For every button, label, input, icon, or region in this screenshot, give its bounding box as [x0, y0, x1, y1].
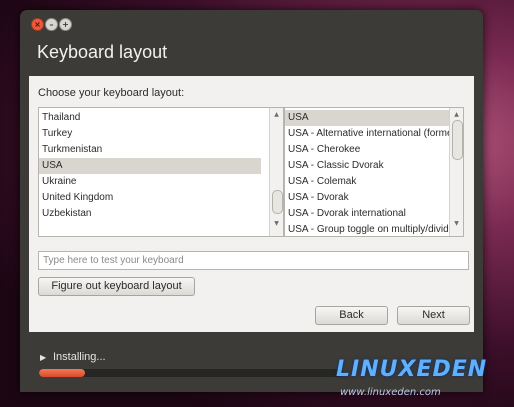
- layout-item[interactable]: Turkmenistan: [39, 142, 266, 158]
- scroll-up-arrow-icon[interactable]: ▲: [273, 111, 280, 118]
- variant-item-selected[interactable]: USA: [285, 110, 449, 126]
- figure-out-layout-button[interactable]: Figure out keyboard layout: [38, 277, 195, 296]
- variant-item[interactable]: USA - Classic Dvorak: [285, 158, 449, 174]
- installing-label: Installing...: [53, 351, 106, 363]
- variant-item[interactable]: USA - Colemak: [285, 174, 449, 190]
- layout-item[interactable]: Uzbekistan: [39, 206, 266, 222]
- scroll-thumb[interactable]: [452, 120, 463, 160]
- expand-arrow-icon[interactable]: ▶: [40, 353, 46, 362]
- variant-item[interactable]: USA - Cherokee: [285, 142, 449, 158]
- installer-window: × – + Keyboard layout Choose your keyboa…: [20, 10, 483, 392]
- back-button[interactable]: Back: [315, 306, 388, 325]
- variant-item[interactable]: USA - Group toggle on multiply/divide ke…: [285, 222, 449, 236]
- variant-item[interactable]: USA - Dvorak: [285, 190, 449, 206]
- watermark-url: www.linuxeden.com: [340, 387, 441, 398]
- layout-list[interactable]: Thailand Turkey Turkmenistan USA Ukraine…: [38, 107, 284, 237]
- layout-prompt: Choose your keyboard layout:: [38, 87, 185, 99]
- layout-item[interactable]: United Kingdom: [39, 190, 266, 206]
- close-window-button[interactable]: ×: [31, 18, 44, 31]
- scroll-down-arrow-icon[interactable]: ▼: [453, 220, 460, 227]
- layout-item[interactable]: Turkey: [39, 126, 266, 142]
- watermark-logo: LINUXEDEN: [336, 357, 488, 382]
- progress-fill: [39, 369, 85, 377]
- minimize-window-button[interactable]: –: [45, 18, 58, 31]
- variant-list-scrollbar[interactable]: ▲ ▼: [449, 108, 463, 236]
- layout-item[interactable]: Ukraine: [39, 174, 266, 190]
- maximize-window-button[interactable]: +: [59, 18, 72, 31]
- layout-item[interactable]: Thailand: [39, 110, 266, 126]
- variant-item[interactable]: USA - Alternative international (former …: [285, 126, 449, 142]
- scroll-down-arrow-icon[interactable]: ▼: [273, 220, 280, 227]
- title-bar: × – +: [20, 10, 483, 34]
- next-button[interactable]: Next: [397, 306, 470, 325]
- content-panel: Choose your keyboard layout: Thailand Tu…: [29, 76, 474, 332]
- keyboard-test-input[interactable]: Type here to test your keyboard: [38, 251, 469, 270]
- scroll-thumb[interactable]: [272, 190, 283, 214]
- layout-list-scrollbar[interactable]: ▲ ▼: [269, 108, 283, 236]
- page-title: Keyboard layout: [37, 42, 168, 62]
- watermark: LINUXEDEN www.linuxeden.com: [330, 352, 514, 407]
- install-progress-bar: [39, 369, 343, 377]
- variant-item[interactable]: USA - Dvorak international: [285, 206, 449, 222]
- layout-item-selected[interactable]: USA: [39, 158, 261, 174]
- scroll-up-arrow-icon[interactable]: ▲: [453, 111, 460, 118]
- variant-list[interactable]: USA USA - Alternative international (for…: [284, 107, 464, 237]
